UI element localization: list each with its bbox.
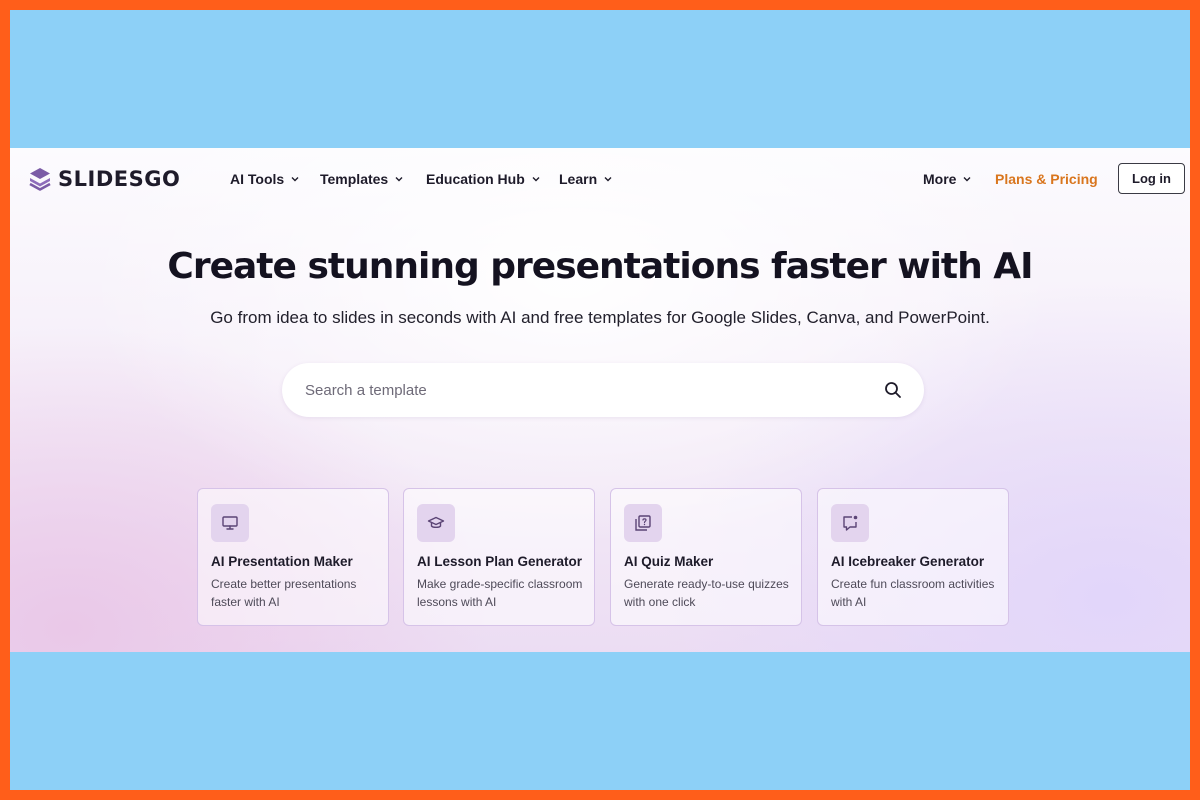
- card-title: AI Icebreaker Generator: [831, 554, 985, 569]
- nav-ai-tools[interactable]: AI Tools: [230, 169, 300, 189]
- card-description: Make grade-specific classroom lessons wi…: [417, 577, 583, 609]
- quiz-icon: [624, 504, 662, 542]
- nav-plans-pricing[interactable]: Plans & Pricing: [995, 169, 1098, 189]
- card-ai-quiz-maker[interactable]: AI Quiz Maker Generate ready-to-use quiz…: [610, 488, 802, 626]
- chevron-down-icon: [604, 177, 612, 182]
- card-description: Create better presentations faster with …: [211, 577, 357, 609]
- search-input[interactable]: [305, 381, 865, 399]
- card-description: Create fun classroom activities with AI: [831, 577, 995, 609]
- card-title: AI Quiz Maker: [624, 554, 714, 569]
- card-title: AI Lesson Plan Generator: [417, 554, 583, 569]
- nav-more-label: More: [923, 171, 957, 187]
- nav-more[interactable]: More: [923, 169, 972, 189]
- chevron-down-icon: [291, 177, 299, 182]
- chevron-down-icon: [395, 177, 403, 182]
- search-icon[interactable]: [884, 381, 902, 399]
- slidesgo-logo-icon: [29, 168, 51, 191]
- nav-education-hub[interactable]: Education Hub: [426, 169, 541, 189]
- hero-subtitle: Go from idea to slides in seconds with A…: [210, 308, 990, 327]
- graduation-cap-icon: [417, 504, 455, 542]
- slidesgo-logo[interactable]: SLIDESGO: [28, 166, 180, 192]
- chat-bubble-icon: [831, 504, 869, 542]
- chevron-down-icon: [963, 177, 971, 182]
- nav-templates[interactable]: Templates: [320, 169, 404, 189]
- nav-plans-pricing-label: Plans & Pricing: [995, 171, 1098, 187]
- nav-education-hub-label: Education Hub: [426, 171, 525, 187]
- nav-learn-label: Learn: [559, 171, 598, 187]
- nav-learn[interactable]: Learn: [559, 169, 613, 189]
- hero-title: Create stunning presentations faster wit…: [167, 246, 1033, 287]
- card-ai-icebreaker-generator[interactable]: AI Icebreaker Generator Create fun class…: [817, 488, 1009, 626]
- website-screenshot: SLIDESGO AI Tools Templates Education Hu…: [10, 148, 1190, 652]
- monitor-icon: [211, 504, 249, 542]
- chevron-down-icon: [532, 177, 540, 182]
- nav-ai-tools-label: AI Tools: [230, 171, 285, 187]
- card-ai-lesson-plan-generator[interactable]: AI Lesson Plan Generator Make grade-spec…: [403, 488, 595, 626]
- card-ai-presentation-maker[interactable]: AI Presentation Maker Create better pres…: [197, 488, 389, 626]
- top-navigation: SLIDESGO AI Tools Templates Education Hu…: [10, 148, 1190, 208]
- search-bar: [282, 363, 924, 417]
- card-description: Generate ready-to-use quizzes with one c…: [624, 577, 789, 609]
- logo-text: SLIDESGO: [58, 167, 181, 191]
- nav-templates-label: Templates: [320, 171, 389, 187]
- login-button[interactable]: Log in: [1118, 163, 1185, 194]
- card-title: AI Presentation Maker: [211, 554, 353, 569]
